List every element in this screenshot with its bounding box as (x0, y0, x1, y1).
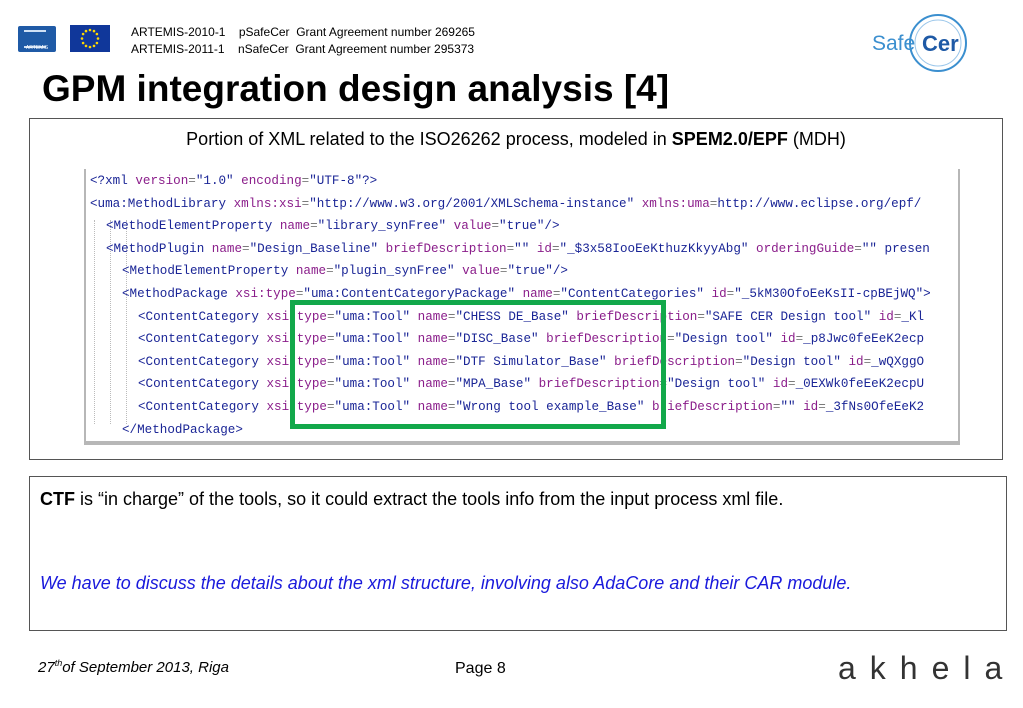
grant-project-2: ARTEMIS-2011-1 (131, 42, 225, 56)
grant-name-1: pSafeCer (238, 25, 290, 39)
caption-bold: SPEM2.0/EPF (671, 129, 788, 149)
grant-project-1: ARTEMIS-2010-1 (131, 25, 226, 39)
note-section: CTF is “in charge” of the tools, so it c… (29, 476, 1007, 631)
note-bold: CTF (40, 489, 75, 509)
note-italic: We have to discuss the details about the… (40, 573, 852, 593)
xml-line: </MethodPackage> (122, 422, 243, 437)
xml-line: <?xml version="1.0" encoding="UTF-8"?> (90, 174, 378, 188)
page-title: GPM integration design analysis [4] (42, 68, 670, 109)
note-paragraph: CTF is “in charge” of the tools, so it c… (40, 485, 995, 513)
xml-line: <MethodPlugin name="Design_Baseline" bri… (106, 241, 930, 256)
xml-line: <MethodElementProperty name="library_syn… (106, 219, 560, 234)
eu-flag-logo (70, 25, 110, 52)
footer-date-rest: of September 2013, Riga (62, 659, 229, 676)
artemis-logo-text: ARTEMIS (25, 45, 49, 51)
indent-guide (94, 220, 96, 424)
grant-line-2: ARTEMIS-2011-1 nSafeCer Grant Agreement … (131, 42, 474, 56)
xml-line: <MethodElementProperty name="plugin_synF… (122, 264, 568, 279)
grant-line-1: ARTEMIS-2010-1 pSafeCer Grant Agreement … (131, 25, 475, 39)
grant-name-2: nSafeCer (237, 42, 289, 56)
akhela-logo: akhela (838, 650, 1017, 686)
safecer-logo-left: Safe (872, 32, 915, 55)
xml-line: <uma:MethodLibrary xmlns:xsi="http://www… (90, 196, 922, 211)
grant-number-1: Grant Agreement number 269265 (296, 25, 475, 39)
grant-number-2: Grant Agreement number 295373 (295, 42, 475, 56)
caption-suffix: (MDH) (787, 129, 846, 149)
footer-date: 27thof September 2013, Riga (38, 658, 229, 676)
safecer-logo: Safe Cer (872, 14, 967, 72)
artemis-logo: ARTEMIS (18, 26, 56, 52)
caption-prefix: Portion of XML related to the ISO26262 p… (186, 129, 672, 149)
footer-date-day: 27 (38, 659, 55, 676)
safecer-logo-right: Cer (922, 31, 959, 56)
note-text: is “in charge” of the tools, so it could… (75, 489, 784, 509)
highlight-box (290, 300, 666, 429)
xml-caption: Portion of XML related to the ISO26262 p… (30, 129, 1002, 150)
page-number: Page 8 (455, 660, 506, 677)
